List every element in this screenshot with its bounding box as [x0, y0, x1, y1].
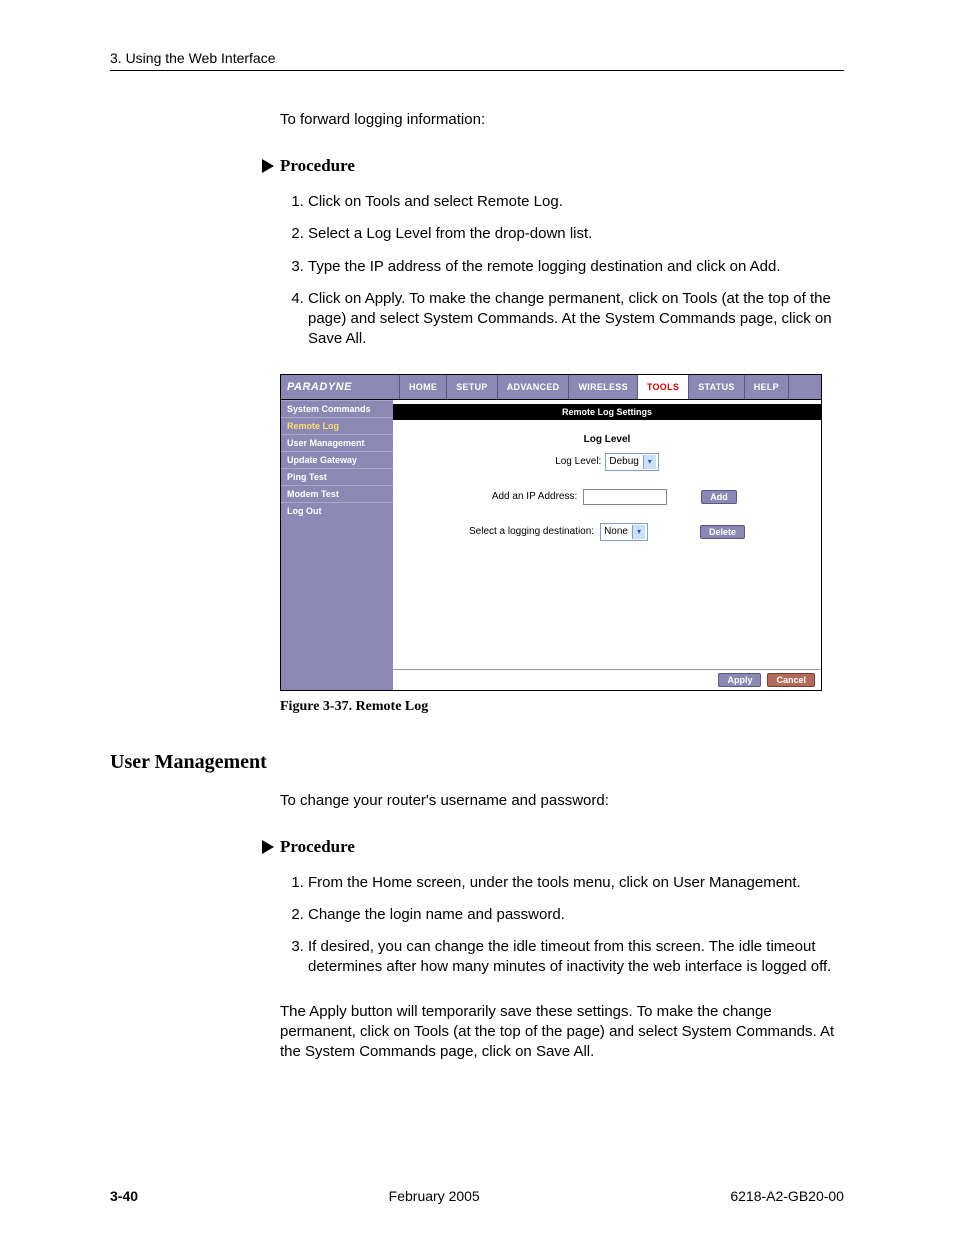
- figure-screenshot: PARADYNE HOME SETUP ADVANCED WIRELESS TO…: [280, 374, 822, 691]
- sidebar-item-system-commands[interactable]: System Commands: [281, 400, 393, 417]
- brand-logo: PARADYNE: [281, 375, 400, 399]
- intro-paragraph-1: To forward logging information:: [280, 111, 844, 128]
- intro-paragraph-2: To change your router's username and pas…: [280, 792, 844, 809]
- figure-caption: Figure 3-37. Remote Log: [280, 699, 844, 715]
- tab-status[interactable]: STATUS: [689, 375, 744, 399]
- chevron-down-icon: ▾: [643, 455, 656, 469]
- sidebar-item-remote-log[interactable]: Remote Log: [281, 417, 393, 434]
- destination-value: None: [604, 526, 628, 537]
- footer-date: February 2005: [389, 1188, 480, 1204]
- closing-paragraph: The Apply button will temporarily save t…: [280, 1002, 844, 1063]
- log-level-label: Log Level:: [555, 456, 601, 467]
- page-number: 3-40: [110, 1188, 138, 1204]
- step-item: From the Home screen, under the tools me…: [308, 873, 844, 893]
- procedure-label: Procedure: [280, 156, 355, 176]
- step-item: Select a Log Level from the drop-down li…: [308, 224, 844, 244]
- tab-home[interactable]: HOME: [400, 375, 447, 399]
- log-level-select[interactable]: Debug ▾: [605, 453, 658, 471]
- section-heading-user-management: User Management: [110, 751, 844, 774]
- step-item: Type the IP address of the remote loggin…: [308, 257, 844, 277]
- add-ip-label: Add an IP Address:: [477, 491, 577, 502]
- ip-address-input[interactable]: [583, 489, 667, 505]
- procedure-steps-1: Click on Tools and select Remote Log. Se…: [280, 192, 844, 350]
- chevron-down-icon: ▾: [632, 525, 645, 539]
- sidebar-item-update-gateway[interactable]: Update Gateway: [281, 451, 393, 468]
- tab-wireless[interactable]: WIRELESS: [569, 375, 637, 399]
- log-level-value: Debug: [609, 456, 638, 467]
- procedure-label: Procedure: [280, 837, 355, 857]
- screenshot-bottom-bar: Apply Cancel: [393, 669, 821, 690]
- footer-doc-id: 6218-A2-GB20-00: [730, 1188, 844, 1204]
- topbar-filler: [789, 375, 821, 399]
- apply-button[interactable]: Apply: [718, 673, 761, 687]
- sidebar-item-user-management[interactable]: User Management: [281, 434, 393, 451]
- page-header: 3. Using the Web Interface: [110, 50, 844, 66]
- sidebar-item-ping-test[interactable]: Ping Test: [281, 468, 393, 485]
- header-rule: [110, 70, 844, 71]
- panel-title: Remote Log Settings: [393, 404, 821, 420]
- section-title-log-level: Log Level: [403, 434, 811, 445]
- step-item: Click on Tools and select Remote Log.: [308, 192, 844, 212]
- screenshot-sidebar: System Commands Remote Log User Manageme…: [281, 400, 393, 690]
- add-button[interactable]: Add: [701, 490, 737, 504]
- step-item: If desired, you can change the idle time…: [308, 937, 844, 978]
- tab-setup[interactable]: SETUP: [447, 375, 498, 399]
- triangle-icon: [262, 159, 274, 173]
- log-level-row: Log Level: Debug ▾: [403, 453, 811, 471]
- procedure-heading-2: Procedure: [262, 837, 844, 857]
- tab-advanced[interactable]: ADVANCED: [498, 375, 570, 399]
- procedure-heading-1: Procedure: [262, 156, 844, 176]
- procedure-steps-2: From the Home screen, under the tools me…: [280, 873, 844, 978]
- screenshot-topbar: PARADYNE HOME SETUP ADVANCED WIRELESS TO…: [281, 375, 821, 400]
- destination-label: Select a logging destination:: [469, 526, 594, 537]
- cancel-button[interactable]: Cancel: [767, 673, 815, 687]
- triangle-icon: [262, 840, 274, 854]
- add-ip-row: Add an IP Address: Add: [403, 489, 811, 505]
- sidebar-item-log-out[interactable]: Log Out: [281, 502, 393, 519]
- tab-help[interactable]: HELP: [745, 375, 789, 399]
- step-item: Click on Apply. To make the change perma…: [308, 289, 844, 350]
- step-item: Change the login name and password.: [308, 905, 844, 925]
- delete-button[interactable]: Delete: [700, 525, 745, 539]
- destination-select[interactable]: None ▾: [600, 523, 648, 541]
- sidebar-item-modem-test[interactable]: Modem Test: [281, 485, 393, 502]
- page-footer: 3-40 February 2005 6218-A2-GB20-00: [110, 1188, 844, 1204]
- tab-tools[interactable]: TOOLS: [638, 375, 689, 399]
- destination-row: Select a logging destination: None ▾ Del…: [403, 523, 811, 541]
